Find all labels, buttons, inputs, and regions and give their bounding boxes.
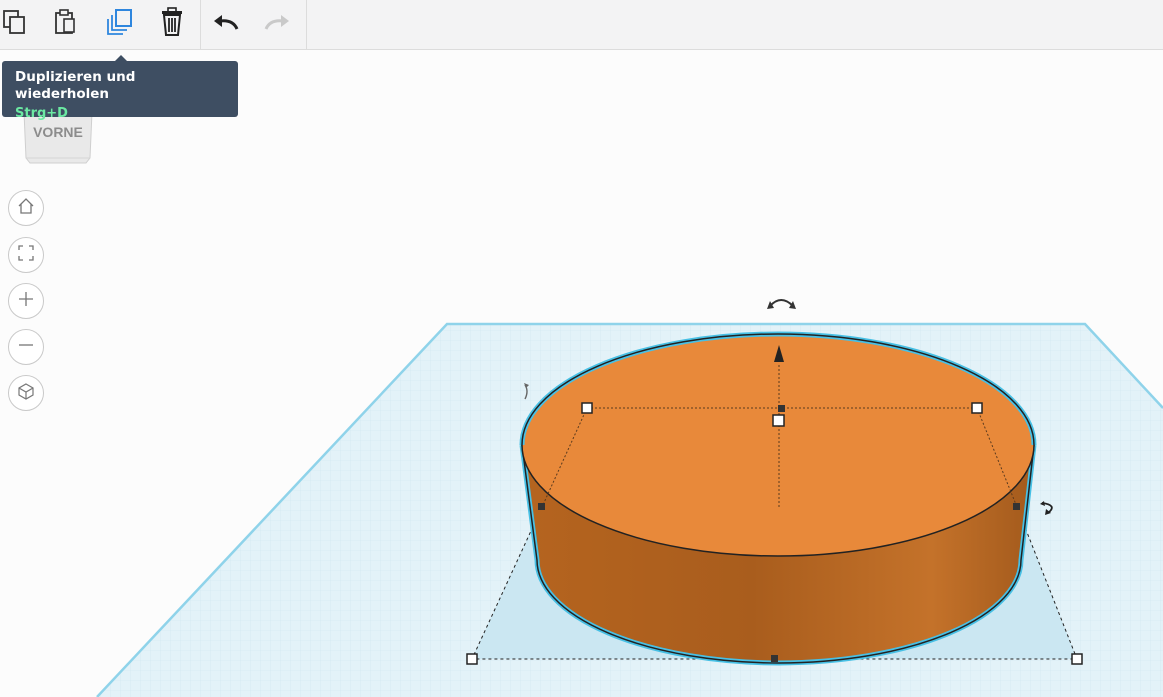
fit-view-button[interactable]: [8, 237, 44, 273]
trash-icon: [159, 7, 185, 41]
redo-button[interactable]: [257, 4, 297, 44]
zoom-in-button[interactable]: [8, 283, 44, 319]
zoom-in-icon: [17, 290, 35, 312]
view-cube-face-label: VORNE: [33, 124, 83, 140]
paste-button[interactable]: [46, 4, 86, 44]
edge-handle[interactable]: [538, 503, 545, 510]
zoom-out-icon: [17, 336, 35, 358]
tooltip-shortcut: Strg+D: [15, 106, 68, 121]
copy-icon: [2, 9, 28, 39]
redo-icon: [263, 12, 291, 36]
edge-handle[interactable]: [1013, 503, 1020, 510]
undo-button[interactable]: [206, 4, 246, 44]
undo-icon: [212, 12, 240, 36]
corner-handle[interactable]: [581, 402, 593, 414]
home-view-button[interactable]: [8, 190, 44, 226]
corner-handle[interactable]: [971, 402, 983, 414]
perspective-cube-icon: [17, 382, 35, 404]
toolbar: [0, 0, 1163, 50]
edge-handle[interactable]: [771, 655, 778, 662]
corner-handle[interactable]: [466, 653, 478, 665]
delete-button[interactable]: [152, 4, 192, 44]
edit-tool-group: [0, 0, 201, 49]
zoom-out-button[interactable]: [8, 329, 44, 365]
edge-handle[interactable]: [778, 405, 785, 412]
height-handle[interactable]: [772, 414, 785, 427]
perspective-button[interactable]: [8, 375, 44, 411]
duplicate-icon: [105, 7, 135, 41]
duplicate-button[interactable]: [100, 4, 140, 44]
3d-viewport[interactable]: [0, 50, 1163, 697]
fit-view-icon: [17, 244, 35, 266]
copy-button[interactable]: [0, 4, 35, 44]
rotate-top-icon[interactable]: [767, 299, 796, 309]
home-icon: [17, 197, 35, 219]
paste-icon: [53, 9, 79, 39]
tooltip-title: Duplizieren und wiederholen: [15, 69, 136, 102]
duplicate-tooltip: Duplizieren und wiederholen Strg+D: [2, 55, 238, 121]
corner-handle[interactable]: [1071, 653, 1083, 665]
cylinder-shape[interactable]: [519, 331, 1037, 666]
history-tool-group: [200, 0, 307, 49]
